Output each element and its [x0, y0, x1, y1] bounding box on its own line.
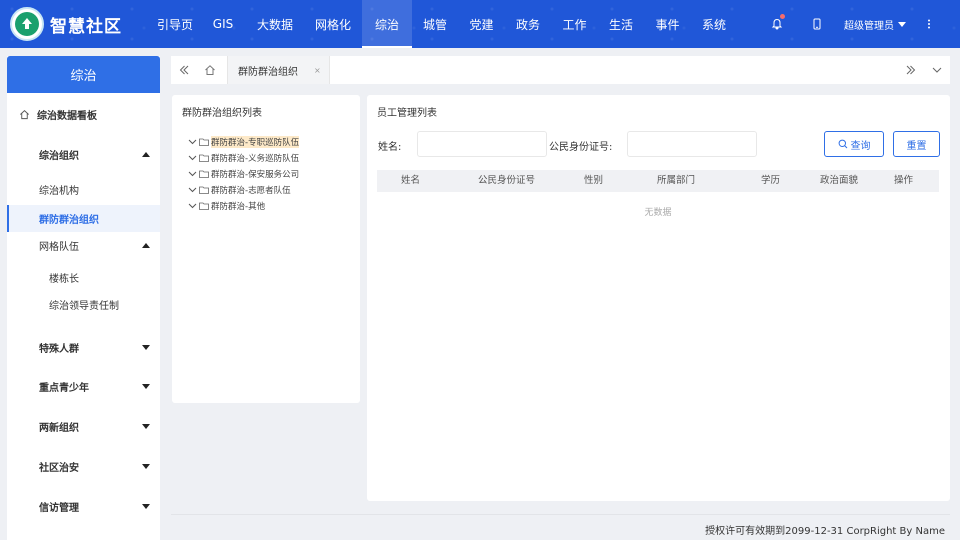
triangle-down-icon: [142, 503, 150, 509]
sidebar-item-public-security[interactable]: 社区治安: [7, 454, 160, 478]
id-number-input[interactable]: [627, 131, 757, 157]
tabs-bar: 群防群治组织 ×: [171, 56, 950, 84]
nav-item-system[interactable]: 系统: [691, 0, 737, 48]
chevron-down-icon[interactable]: [188, 137, 197, 146]
triangle-down-icon: [142, 463, 150, 469]
folder-icon: [199, 170, 209, 178]
user-name: 超级管理员: [844, 20, 894, 32]
empty-state-text: 无数据: [644, 208, 672, 218]
tabs-scroll-right-icon[interactable]: [898, 56, 924, 84]
reset-button[interactable]: 重置: [893, 131, 940, 157]
nav-item-urban[interactable]: 城管: [412, 0, 458, 48]
tabs-menu-chevron-down-icon[interactable]: [924, 56, 950, 84]
folder-icon: [199, 154, 209, 162]
triangle-down-icon: [142, 344, 150, 350]
folder-icon: [199, 202, 209, 210]
staff-list-panel: 员工管理列表 姓名: 公民身份证号: 查询 重置 姓名 公民身份证号 性别 所属…: [367, 95, 950, 501]
sidebar-item-institution[interactable]: 综治机构: [7, 177, 160, 201]
column-header-department[interactable]: 所属部门: [657, 170, 695, 192]
triangle-up-icon: [142, 151, 150, 157]
name-input[interactable]: [417, 131, 547, 157]
phone-icon[interactable]: [804, 0, 830, 48]
chevron-down-icon[interactable]: [188, 153, 197, 162]
staff-table-header: 姓名 公民身份证号 性别 所属部门 学历 政治面貌 操作: [377, 170, 939, 192]
id-number-label: 公民身份证号:: [549, 142, 613, 153]
tree-node-fulltime-patrol[interactable]: 群防群治-专职巡防队伍: [188, 135, 300, 148]
home-icon[interactable]: [197, 56, 223, 84]
app-logo[interactable]: 智慧社区: [0, 7, 150, 41]
chevron-down-icon[interactable]: [188, 201, 197, 210]
tree-node-security-company[interactable]: 群防群治-保安服务公司: [188, 167, 299, 180]
main-nav: 引导页 GIS 大数据 网格化 综治 城管 党建 政务 工作 生活 事件 系统: [150, 0, 737, 48]
chevron-down-icon[interactable]: [188, 169, 197, 178]
nav-item-comprehensive[interactable]: 综治: [362, 0, 412, 48]
nav-item-work[interactable]: 工作: [551, 0, 598, 48]
sidebar-item-petition[interactable]: 信访管理: [7, 494, 160, 518]
sidebar-item-building-leader[interactable]: 楼栋长: [7, 265, 160, 289]
footer: 授权许可有效期到2099-12-31 CorpRight By Name: [171, 514, 950, 540]
triangle-up-icon: [142, 242, 150, 248]
tree-node-volunteer-patrol[interactable]: 群防群治-义务巡防队伍: [188, 151, 299, 164]
triangle-down-icon: [142, 423, 150, 429]
sidebar-item-grid-team[interactable]: 网格队伍: [7, 233, 160, 257]
nav-item-party[interactable]: 党建: [458, 0, 505, 48]
search-icon: [838, 139, 847, 149]
header-actions: 超级管理员: [764, 0, 960, 48]
more-vertical-icon[interactable]: [916, 0, 942, 48]
nav-item-grid[interactable]: 网格化: [304, 0, 362, 48]
sidebar-item-new-orgs[interactable]: 两新组织: [7, 414, 160, 438]
sidebar-item-special-groups[interactable]: 特殊人群: [7, 335, 160, 359]
nav-item-life[interactable]: 生活: [598, 0, 644, 48]
nav-item-government[interactable]: 政务: [505, 0, 551, 48]
folder-icon: [199, 138, 209, 146]
sidebar-title: 综治: [7, 56, 160, 93]
column-header-actions: 操作: [894, 175, 914, 186]
search-button[interactable]: 查询: [824, 131, 884, 157]
notification-dot: [780, 14, 785, 19]
tabs-scroll-left-icon[interactable]: [171, 56, 197, 84]
nav-item-events[interactable]: 事件: [644, 0, 691, 48]
tab-close-icon[interactable]: ×: [314, 66, 321, 75]
sidebar-item-leadership-responsibility[interactable]: 综治领导责任制: [7, 292, 160, 316]
user-menu[interactable]: 超级管理员: [844, 17, 906, 32]
sidebar-item-key-youth[interactable]: 重点青少年: [7, 374, 160, 398]
nav-item-guide[interactable]: 引导页: [150, 0, 200, 48]
name-label: 姓名:: [378, 142, 402, 153]
sidebar: 综治 综治数据看板 综治组织 综治机构 群防群治组织 网格队伍 楼栋长 综治领导…: [7, 56, 160, 540]
nav-item-gis[interactable]: GIS: [200, 0, 246, 48]
top-header: 智慧社区 引导页 GIS 大数据 网格化 综治 城管 党建 政务 工作 生活 事…: [0, 0, 960, 48]
sidebar-item-mass-defense[interactable]: 群防群治组织: [7, 205, 160, 232]
org-tree-title: 群防群治组织列表: [182, 108, 262, 119]
column-header-political-status[interactable]: 政治面貌: [820, 170, 858, 192]
home-icon: [20, 109, 29, 119]
tree-node-other[interactable]: 群防群治-其他: [188, 199, 265, 212]
logo-emblem-icon: [10, 7, 44, 41]
column-header-education[interactable]: 学历: [761, 170, 780, 192]
app-title: 智慧社区: [50, 16, 122, 37]
triangle-down-icon: [142, 383, 150, 389]
column-header-gender[interactable]: 性别: [584, 170, 603, 192]
nav-item-bigdata[interactable]: 大数据: [246, 0, 304, 48]
tab-mass-defense[interactable]: 群防群治组织 ×: [227, 56, 330, 84]
staff-list-title: 员工管理列表: [377, 108, 437, 119]
footer-license-text: 授权许可有效期到2099-12-31 CorpRight By Name: [705, 526, 945, 537]
bell-icon[interactable]: [764, 0, 790, 48]
sidebar-item-org[interactable]: 综治组织: [7, 142, 160, 166]
caret-down-icon: [898, 21, 906, 27]
folder-icon: [199, 186, 209, 194]
column-header-name[interactable]: 姓名: [401, 170, 420, 192]
tree-node-volunteers[interactable]: 群防群治-志愿者队伍: [188, 183, 291, 196]
chevron-down-icon[interactable]: [188, 185, 197, 194]
sidebar-item-dashboard[interactable]: 综治数据看板: [7, 102, 160, 126]
org-tree-panel: 群防群治组织列表 群防群治-专职巡防队伍 群防群治-义务巡防队伍 群防群治-保安…: [172, 95, 360, 403]
column-header-id-number[interactable]: 公民身份证号: [478, 170, 535, 192]
